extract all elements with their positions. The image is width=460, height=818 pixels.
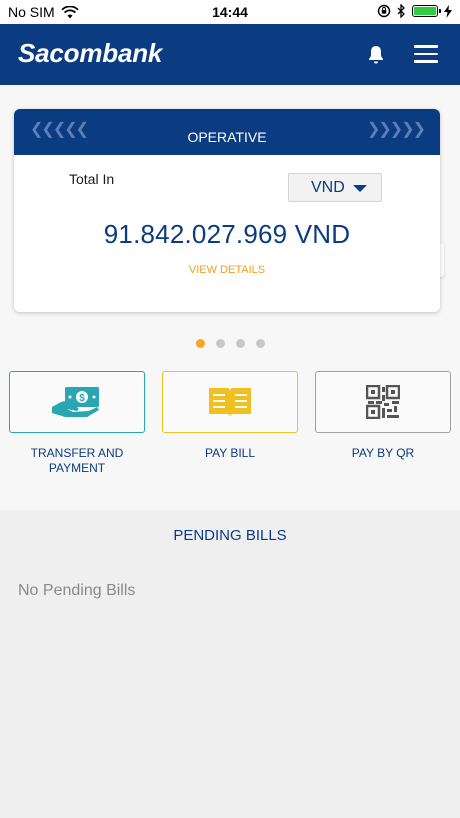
pager-dot[interactable] [216,339,225,348]
pending-bills-title: PENDING BILLS [173,527,287,544]
qr-code-icon [366,385,400,419]
status-right [377,4,452,18]
transfer-and-payment-button[interactable]: $ TRANSFER AND PAYMENT [9,371,145,476]
pay-by-qr-label: PAY BY QR [315,446,451,461]
caret-down-icon [353,185,367,192]
pay-bill-label: PAY BILL [162,446,298,461]
battery-icon [412,5,441,17]
app-header: Sacombank [0,24,460,85]
money-transfer-icon: $ [52,387,99,417]
balance-amount: 91.842.027.969 VND [14,219,440,250]
card-header: ❮❮❮❮❮ OPERATIVE ❯❯❯❯❯ [14,109,440,155]
pager-dot-active[interactable] [196,339,205,348]
brand-logo: Sacombank [18,38,163,68]
charging-icon [444,4,452,18]
pay-bill-label-line1: PAY BILL [204,446,256,460]
orientation-lock-icon [377,4,391,18]
balance-currency: VND [294,219,351,249]
view-details-link[interactable]: VIEW DETAILS [14,264,440,276]
currency-value: VND [311,179,345,196]
balance-number: 91.842.027.969 [103,219,288,249]
status-bar: No SIM 14:44 [0,0,460,24]
transfer-label: TRANSFER AND PAYMENT [9,446,145,476]
total-label: Total In [69,171,115,187]
transfer-tile[interactable]: $ [9,371,145,433]
pay-by-qr-tile[interactable] [315,371,451,433]
carousel-pager [196,339,265,348]
chevrons-left-icon: ❮❮❮❮❮ [30,121,89,138]
account-card[interactable]: ❮❮❮❮❮ OPERATIVE ❯❯❯❯❯ Total In VND 91.84… [14,109,440,312]
account-type: OPERATIVE [187,129,267,145]
pay-by-qr-button[interactable]: PAY BY QR [315,371,451,461]
pay-bill-tile[interactable] [162,371,298,433]
pager-dot[interactable] [256,339,265,348]
currency-dropdown[interactable]: VND [288,173,382,202]
pending-bills-section [0,510,460,818]
hamburger-menu-icon[interactable] [414,45,438,65]
pay-bill-button[interactable]: PAY BILL [162,371,298,461]
svg-text:$: $ [79,393,85,404]
chevrons-right-icon: ❯❯❯❯❯ [366,121,426,138]
open-book-icon [209,388,251,417]
pay-by-qr-label-line1: PAY BY QR [351,446,415,460]
transfer-label-line2: PAYMENT [48,461,106,475]
transfer-label-line1: TRANSFER AND [30,446,124,460]
no-pending-bills-text: No Pending Bills [18,582,136,599]
notification-bell-icon[interactable] [364,43,388,67]
bluetooth-icon [397,4,405,18]
pager-dot[interactable] [236,339,245,348]
